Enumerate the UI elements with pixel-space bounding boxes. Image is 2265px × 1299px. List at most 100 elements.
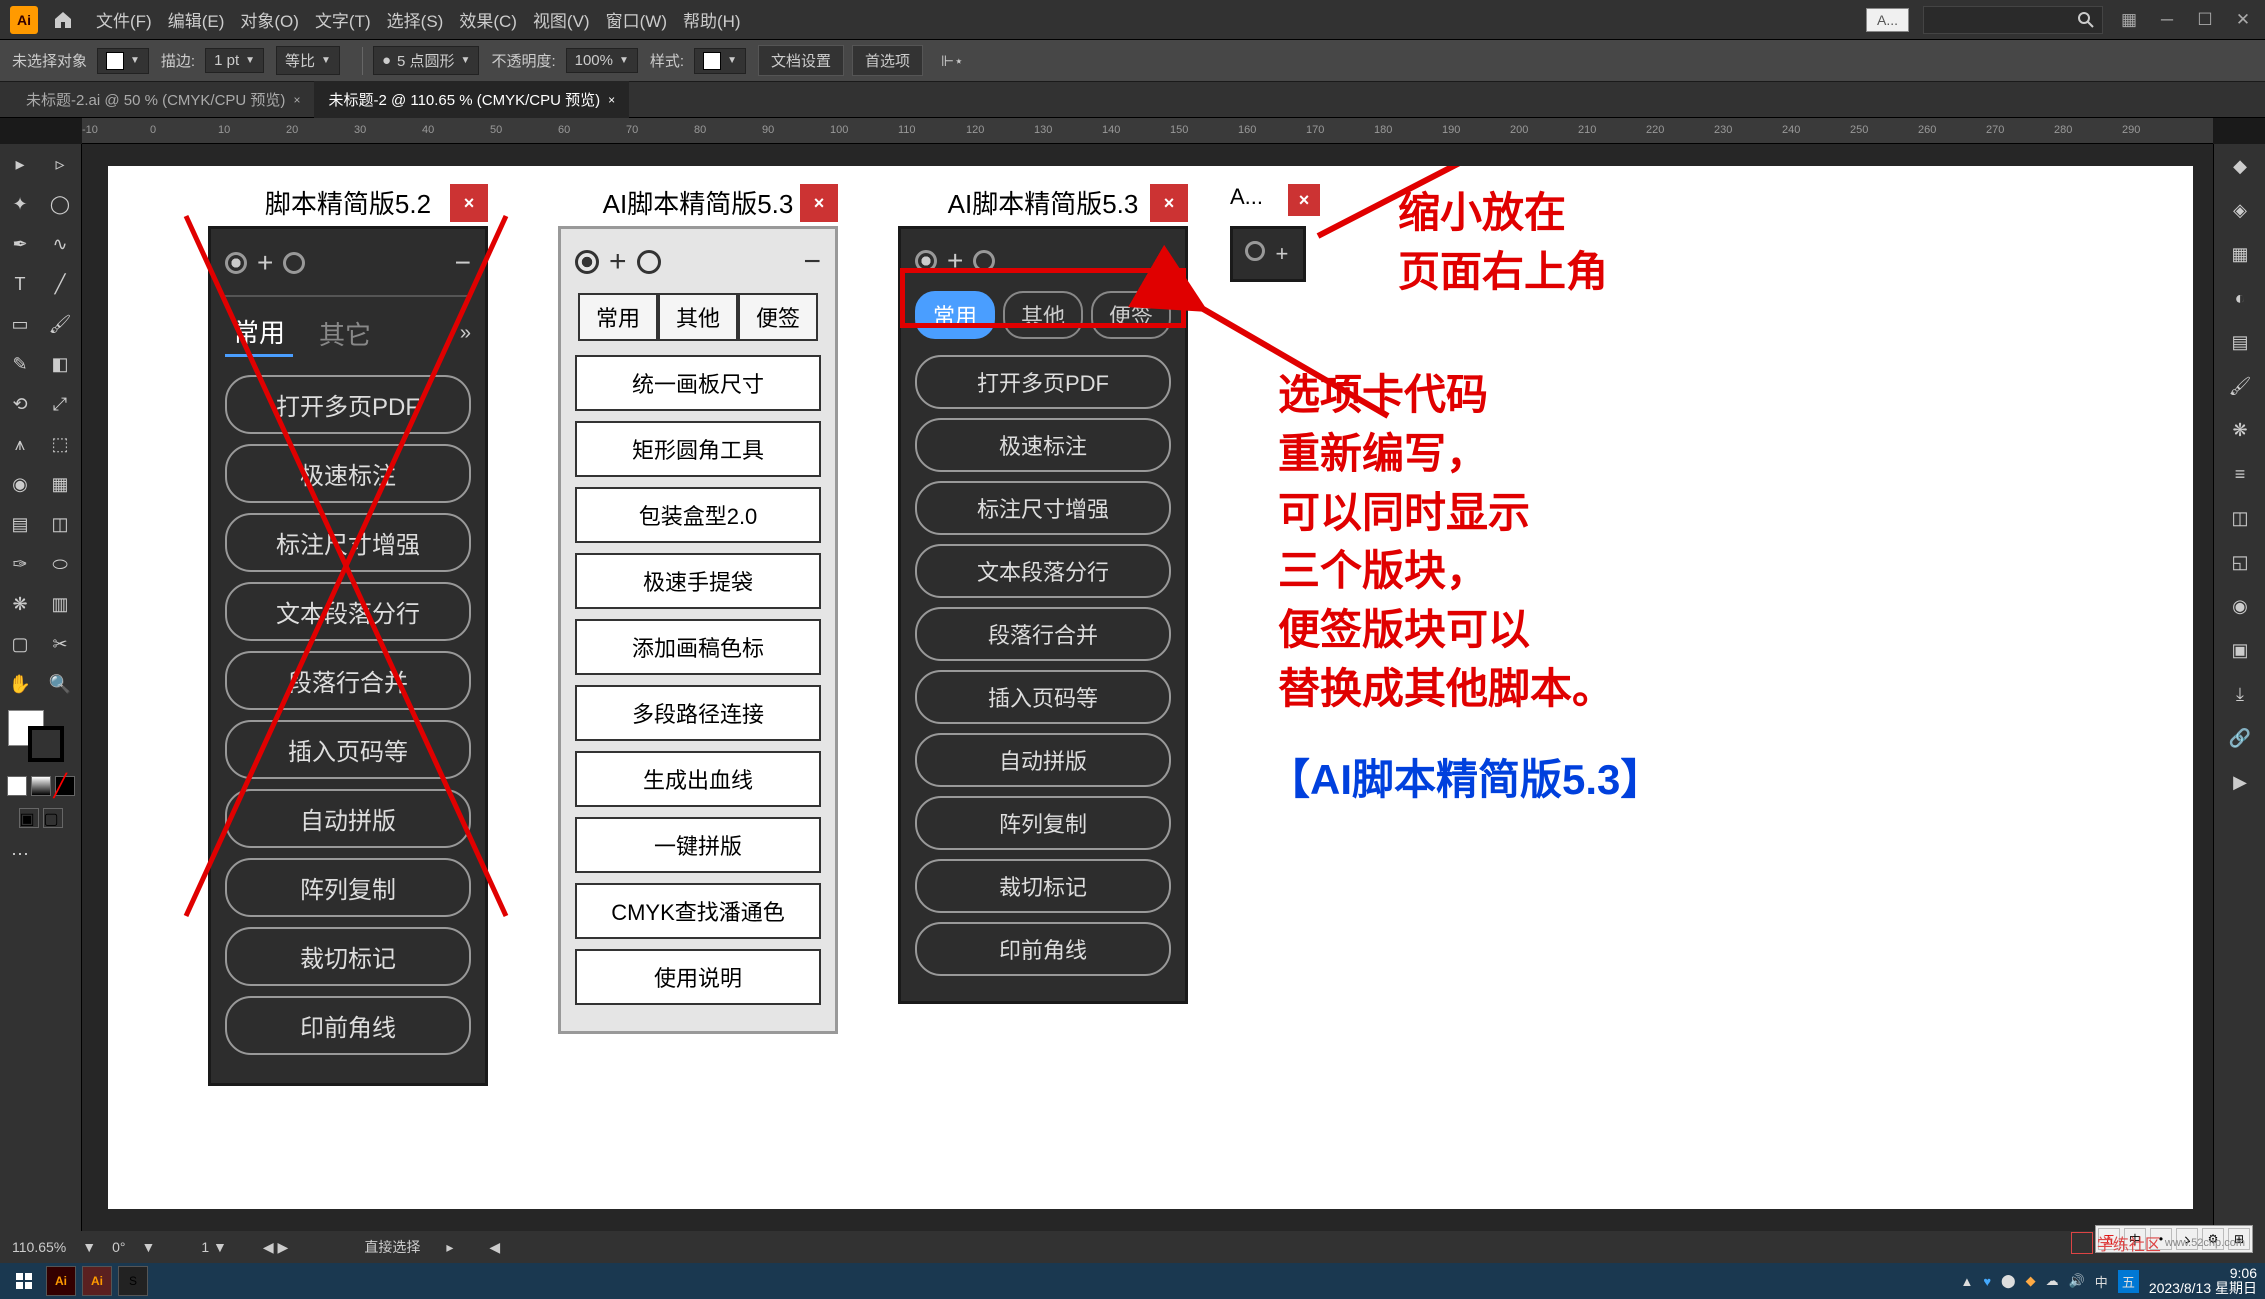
asset-export-icon[interactable]: ⤓ [2214, 672, 2265, 716]
clock[interactable]: 9:06 2023/8/13 星期日 [2149, 1266, 2257, 1297]
curvature-icon[interactable]: ∿ [40, 224, 80, 264]
layers-icon[interactable]: ◈ [2214, 188, 2265, 232]
script-button[interactable]: 文本段落分行 [915, 544, 1171, 598]
magic-wand-icon[interactable]: ✦ [0, 184, 40, 224]
libraries-icon[interactable]: ▦ [2214, 232, 2265, 276]
eraser-icon[interactable]: ◧ [40, 344, 80, 384]
slice-icon[interactable]: ✂ [40, 624, 80, 664]
align-icon[interactable]: ⊩⋆ [941, 52, 963, 70]
ime-icon[interactable]: 五 [2118, 1270, 2139, 1293]
rotate-icon[interactable]: ⟲ [0, 384, 40, 424]
script-button[interactable]: 标注尺寸增强 [915, 481, 1171, 535]
uniform-select[interactable]: 等比▼ [276, 46, 340, 75]
opacity-value[interactable]: 100%▼ [566, 48, 638, 73]
brush-select[interactable]: ●5 点圆形▼ [373, 46, 479, 75]
close-button[interactable]: ✕ [2231, 8, 2255, 32]
script-button[interactable]: 阵列复制 [915, 796, 1171, 850]
perspective-icon[interactable]: ▦ [40, 464, 80, 504]
graph-icon[interactable]: ▥ [40, 584, 80, 624]
lasso-icon[interactable]: ◯ [40, 184, 80, 224]
radio-icon[interactable] [637, 250, 661, 274]
script-button[interactable]: 打开多页PDF [915, 355, 1171, 409]
radio-icon[interactable] [575, 250, 599, 274]
stroke-weight[interactable]: 1 pt▼ [205, 48, 264, 73]
menu-type[interactable]: 文字(T) [315, 7, 371, 32]
edit-toolbar-icon[interactable]: ⋯ [0, 834, 40, 874]
rectangle-icon[interactable]: ▭ [0, 304, 40, 344]
type-icon[interactable]: T [0, 264, 40, 304]
script-button[interactable]: 标注尺寸增强 [225, 513, 471, 572]
script-button[interactable]: 添加画稿色标 [575, 619, 821, 675]
script-button[interactable]: 段落行合并 [225, 651, 471, 710]
script-button[interactable]: 阵列复制 [225, 858, 471, 917]
shaper-icon[interactable]: ✎ [0, 344, 40, 384]
tab-common[interactable]: 常用 [225, 309, 293, 357]
search-input[interactable] [1923, 6, 2103, 34]
script-button[interactable]: 极速标注 [225, 444, 471, 503]
script-button[interactable]: 生成出血线 [575, 751, 821, 807]
menu-view[interactable]: 视图(V) [533, 7, 590, 32]
script-button[interactable]: 自动拼版 [225, 789, 471, 848]
radio-icon[interactable] [283, 252, 305, 274]
plus-icon[interactable]: + [609, 245, 627, 279]
menu-effect[interactable]: 效果(C) [459, 7, 517, 32]
fill-swatch[interactable]: ▼ [97, 48, 149, 74]
script-button[interactable]: 使用说明 [575, 949, 821, 1005]
doc-tab-2[interactable]: 未标题-2 @ 110.65 % (CMYK/CPU 预览)× [314, 81, 629, 118]
style-swatch[interactable]: ▼ [694, 48, 746, 74]
radio-icon[interactable] [1245, 241, 1265, 261]
close-icon[interactable]: × [608, 93, 615, 107]
ime-icon[interactable]: 中 [2095, 1272, 2108, 1291]
tab-other[interactable]: 其它 [311, 311, 379, 356]
brush-icon[interactable]: 🖌 [40, 304, 80, 344]
menu-file[interactable]: 文件(F) [96, 7, 152, 32]
close-button[interactable]: × [800, 184, 838, 222]
close-button[interactable]: × [1288, 184, 1320, 216]
graphic-styles-icon[interactable]: ▣ [2214, 628, 2265, 672]
script-button[interactable]: 插入页码等 [225, 720, 471, 779]
selection-tool-icon[interactable]: ▸ [0, 144, 40, 184]
prefs-button[interactable]: 首选项 [852, 45, 923, 76]
script-button[interactable]: 统一画板尺寸 [575, 355, 821, 411]
shape-builder-icon[interactable]: ◉ [0, 464, 40, 504]
script-button[interactable]: 一键拼版 [575, 817, 821, 873]
symbol-spray-icon[interactable]: ❋ [0, 584, 40, 624]
gradient-panel-icon[interactable]: ◫ [2214, 496, 2265, 540]
minus-icon[interactable]: − [803, 245, 821, 279]
minus-icon[interactable]: − [455, 247, 471, 279]
script-button[interactable]: 多段路径连接 [575, 685, 821, 741]
links-icon[interactable]: 🔗 [2214, 716, 2265, 760]
script-button[interactable]: 印前角线 [915, 922, 1171, 976]
width-icon[interactable]: ⩚ [0, 424, 40, 464]
close-button[interactable]: × [1150, 184, 1188, 222]
play-icon[interactable]: ▶ [2214, 760, 2265, 804]
tab-other[interactable]: 其他 [658, 293, 738, 341]
mesh-icon[interactable]: ▤ [0, 504, 40, 544]
stroke-panel-icon[interactable]: ≡ [2214, 452, 2265, 496]
script-button[interactable]: 矩形圆角工具 [575, 421, 821, 477]
eyedropper-icon[interactable]: ✑ [0, 544, 40, 584]
canvas[interactable]: 脚本精简版5.2 × + − 常用 其它 » 打开多页PDF 极速标注 标 [82, 144, 2213, 1231]
docked-mini-panel[interactable]: A... [1866, 8, 1909, 32]
script-button[interactable]: 裁切标记 [915, 859, 1171, 913]
pen-icon[interactable]: ✒ [0, 224, 40, 264]
close-icon[interactable]: × [293, 93, 300, 107]
script-button[interactable]: 插入页码等 [915, 670, 1171, 724]
color-icon[interactable]: ◐ [2214, 276, 2265, 320]
artboard-icon[interactable]: ▢ [0, 624, 40, 664]
taskbar-ai-icon[interactable]: Ai [46, 1266, 76, 1296]
rotation-angle[interactable]: 0° [112, 1239, 125, 1255]
tray-icon[interactable]: ☁ [2046, 1273, 2059, 1289]
swatches-icon[interactable]: ▤ [2214, 320, 2265, 364]
transparency-icon[interactable]: ◱ [2214, 540, 2265, 584]
tray-icon[interactable]: ▲ [1960, 1274, 1973, 1289]
screen-mode-icon[interactable]: ▢ [43, 808, 63, 828]
line-icon[interactable]: ╱ [40, 264, 80, 304]
expand-icon[interactable]: » [460, 322, 471, 345]
script-button[interactable]: 印前角线 [225, 996, 471, 1055]
tab-common[interactable]: 常用 [578, 293, 658, 341]
script-button[interactable]: 极速标注 [915, 418, 1171, 472]
radio-icon[interactable] [225, 252, 247, 274]
home-icon[interactable] [50, 7, 76, 33]
menu-edit[interactable]: 编辑(E) [168, 7, 225, 32]
